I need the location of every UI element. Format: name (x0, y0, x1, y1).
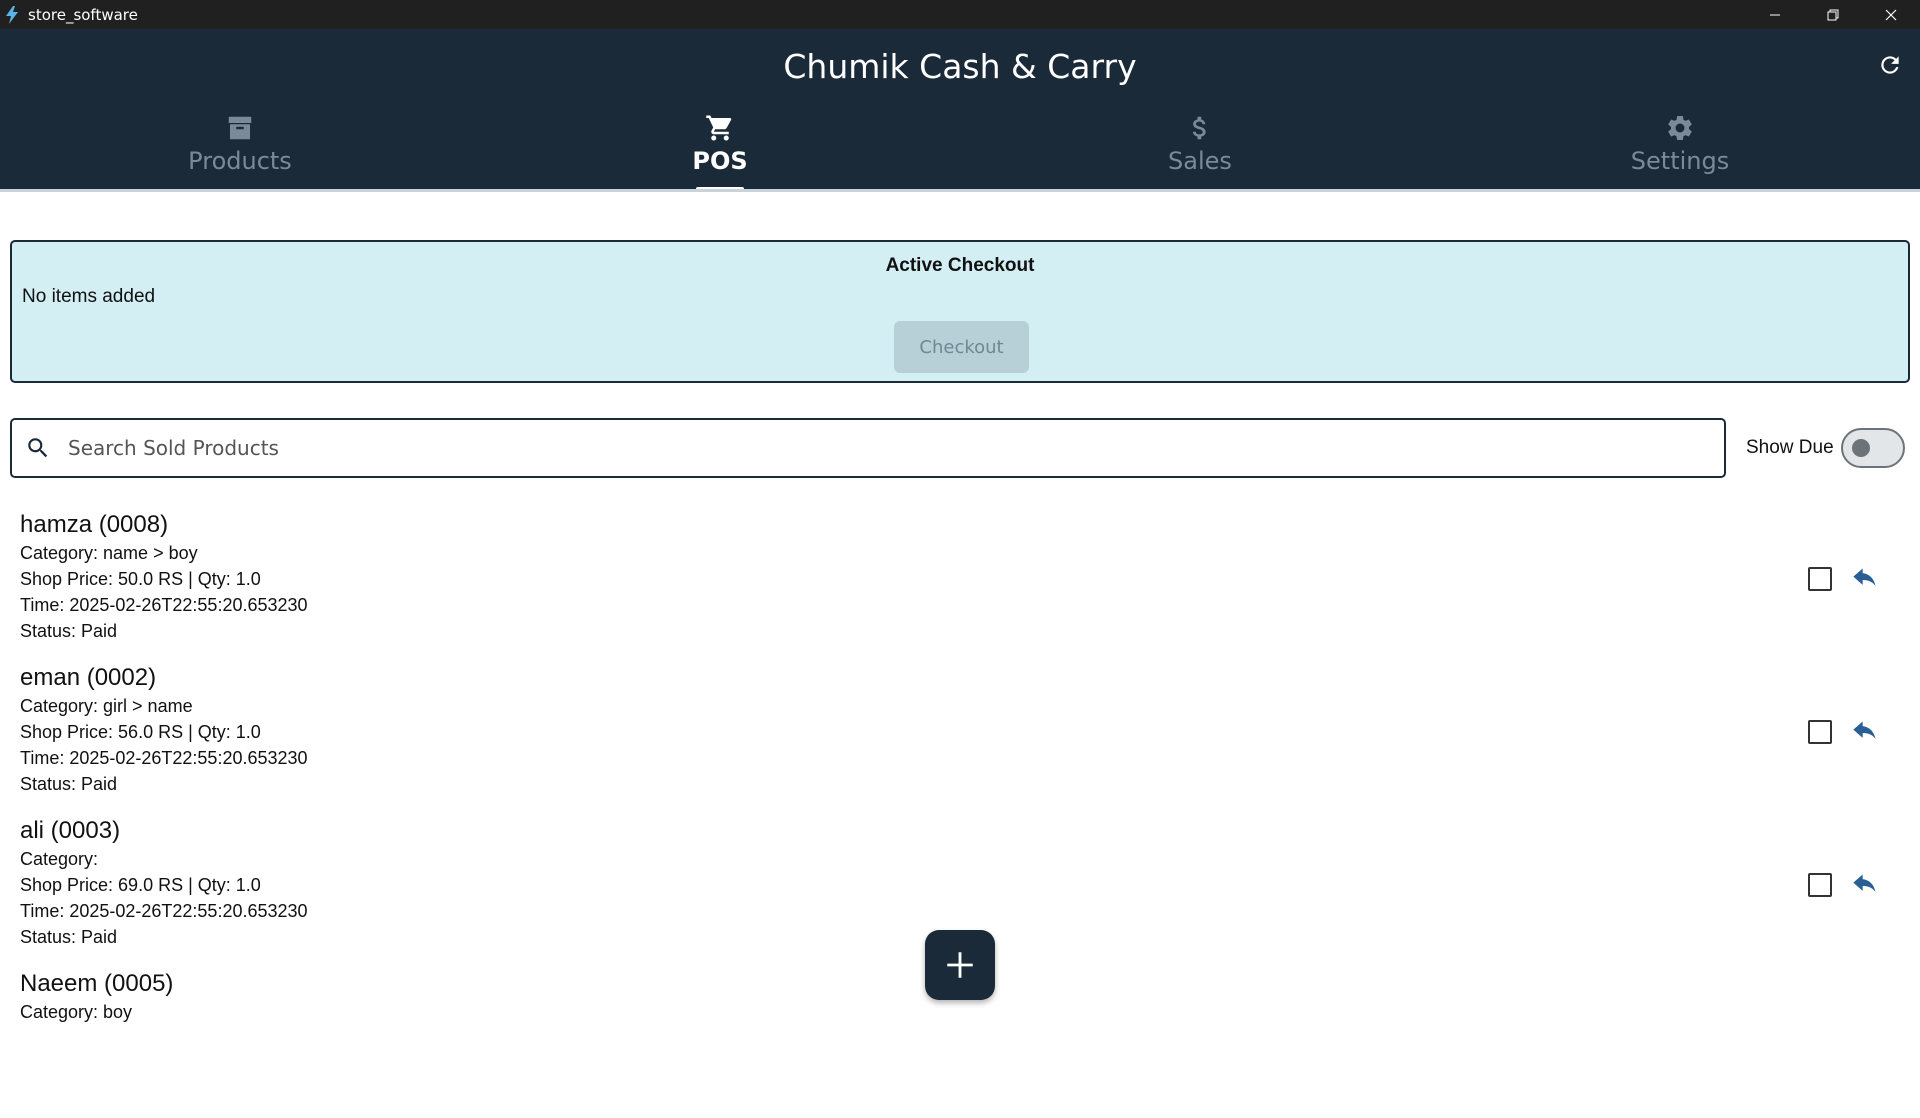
close-icon (1885, 9, 1897, 20)
select-checkbox[interactable] (1808, 567, 1832, 591)
window-title: store_software (28, 5, 138, 24)
tab-label: Settings (1630, 147, 1730, 175)
tab-products[interactable]: Products (0, 109, 480, 191)
tab-sales[interactable]: Sales (960, 109, 1440, 191)
item-name: eman (0002) (20, 664, 157, 691)
plus-icon (947, 952, 973, 978)
select-checkbox[interactable] (1808, 720, 1832, 744)
sold-products-list: hamza (0008) Category: name > boy Shop P… (0, 506, 1920, 1118)
item-status: Status: Paid (20, 621, 118, 641)
tab-pos[interactable]: POS (480, 109, 960, 191)
app-header: Chumik Cash & Carry Products POS Sales S… (0, 29, 1920, 191)
store-title: Chumik Cash & Carry (783, 47, 1137, 86)
window-controls (1746, 0, 1920, 29)
item-category: Category: girl > name (20, 696, 193, 716)
return-icon[interactable] (1850, 719, 1880, 745)
show-due-toggle[interactable] (1841, 428, 1905, 468)
checkout-button[interactable]: Checkout (894, 321, 1029, 373)
tab-settings[interactable]: Settings (1440, 109, 1920, 191)
refresh-icon (1881, 56, 1899, 74)
item-price-qty: Shop Price: 69.0 RS | Qty: 1.0 (20, 875, 261, 895)
restore-button[interactable] (1804, 0, 1862, 29)
list-item[interactable]: eman (0002) Category: girl > name Shop P… (0, 659, 1920, 812)
tab-label: POS (692, 147, 748, 175)
active-checkout-panel: Active Checkout No items added Checkout (10, 240, 1910, 383)
main-tabs: Products POS Sales Settings (0, 109, 1920, 191)
bolt-icon (6, 5, 22, 24)
add-button[interactable] (925, 930, 995, 1000)
item-time: Time: 2025-02-26T22:55:20.653230 (20, 901, 308, 921)
minimize-button[interactable] (1746, 0, 1804, 29)
header-divider (0, 189, 1920, 192)
item-time: Time: 2025-02-26T22:55:20.653230 (20, 595, 308, 615)
checkout-title: Active Checkout (885, 255, 1035, 276)
item-category: Category: name > boy (20, 543, 198, 563)
checkout-empty-text: No items added (22, 286, 156, 307)
select-checkbox[interactable] (1808, 873, 1832, 897)
search-input[interactable] (68, 436, 1668, 460)
close-button[interactable] (1862, 0, 1920, 29)
item-price-qty: Shop Price: 56.0 RS | Qty: 1.0 (20, 722, 261, 742)
item-name: ali (0003) (20, 817, 121, 844)
item-category: Category: (20, 849, 99, 869)
return-icon[interactable] (1850, 872, 1880, 898)
window-titlebar: store_software (0, 0, 1920, 29)
minimize-icon (1770, 14, 1780, 15)
return-icon[interactable] (1850, 566, 1880, 592)
item-time: Time: 2025-02-26T22:55:20.653230 (20, 748, 308, 768)
toggle-knob (1852, 439, 1870, 457)
item-name: hamza (0008) (20, 511, 169, 538)
dollar-icon (1185, 109, 1215, 143)
tab-label: Sales (1168, 147, 1232, 175)
search-sold-products (10, 418, 1726, 478)
restore-icon (1827, 9, 1839, 20)
item-category: Category: boy (20, 1002, 133, 1022)
list-item[interactable]: hamza (0008) Category: name > boy Shop P… (0, 506, 1920, 659)
tab-label: Products (188, 147, 292, 175)
search-icon (24, 434, 52, 462)
refresh-button[interactable] (1874, 49, 1906, 81)
item-status: Status: Paid (20, 774, 118, 794)
show-due-label: Show Due (1746, 437, 1834, 458)
cart-icon (705, 109, 735, 143)
archive-box-icon (225, 109, 255, 143)
item-price-qty: Shop Price: 50.0 RS | Qty: 1.0 (20, 569, 261, 589)
gear-icon (1665, 109, 1695, 143)
